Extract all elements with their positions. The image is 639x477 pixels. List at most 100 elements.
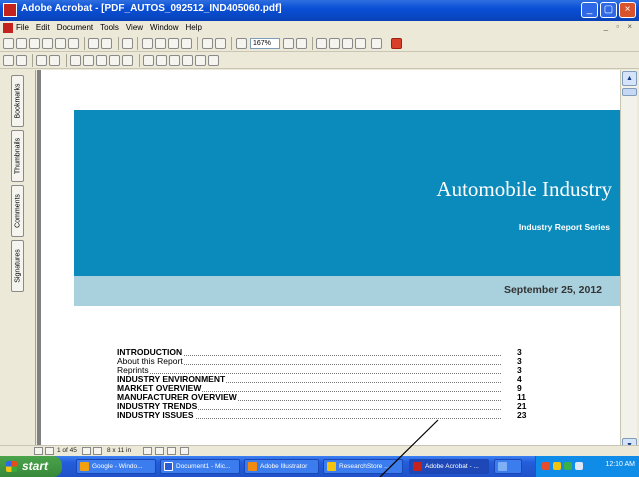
search-icon[interactable] (88, 38, 99, 49)
document-icon[interactable] (3, 23, 13, 33)
toolbar-separator (32, 54, 33, 67)
find-icon[interactable] (101, 38, 112, 49)
previous-page-button[interactable] (45, 447, 54, 455)
fit-page-icon[interactable] (329, 38, 340, 49)
scroll-up-button[interactable]: ▲ (622, 71, 637, 86)
stamp-tool-icon[interactable] (109, 55, 120, 66)
tray-icon[interactable] (553, 462, 561, 470)
last-page-button[interactable] (93, 447, 102, 455)
crop-tool-icon[interactable] (169, 55, 180, 66)
tab-signatures[interactable]: Signatures (11, 240, 24, 292)
acrobat-app-icon[interactable] (3, 3, 17, 17)
hand-tool-icon[interactable] (3, 55, 14, 66)
report-date: September 25, 2012 (503, 284, 602, 296)
next-page-button[interactable] (82, 447, 91, 455)
zoom-dropdown-icon[interactable] (283, 38, 294, 49)
pencil-tool-icon[interactable] (83, 55, 94, 66)
rotate-icon[interactable] (371, 38, 382, 49)
menu-help[interactable]: Help (186, 23, 202, 32)
first-page-icon[interactable] (122, 38, 133, 49)
tray-icon[interactable] (564, 462, 572, 470)
previous-view-icon[interactable] (202, 38, 213, 49)
toc-label: INDUSTRY ISSUES (117, 410, 195, 420)
tools-toolbar (0, 52, 639, 69)
page-size-label: 8 x 11 in (107, 447, 132, 454)
last-page-icon[interactable] (181, 38, 192, 49)
link-tool-icon[interactable] (156, 55, 167, 66)
toolbar-separator (139, 54, 140, 67)
tab-comments-label: Comments (14, 194, 21, 228)
note-tool-icon[interactable] (70, 55, 81, 66)
date-band: September 25, 2012 (74, 276, 620, 306)
print-icon[interactable] (42, 38, 53, 49)
save-icon[interactable] (29, 38, 40, 49)
close-button[interactable]: × (619, 2, 636, 18)
first-page-button[interactable] (34, 447, 43, 455)
back-icon[interactable] (155, 38, 166, 49)
continuous-facing-icon[interactable] (180, 447, 189, 455)
article-tool-icon[interactable] (182, 55, 193, 66)
maximize-button[interactable]: ▢ (600, 2, 617, 18)
taskbar-item-acrobat[interactable]: Adobe Acrobat - ... (409, 459, 489, 474)
taskbar-item-label: Google - Windo... (92, 463, 143, 470)
windows-logo-icon (6, 461, 17, 472)
taskbar-item-researchstore[interactable]: ResearchStore ... (323, 459, 403, 474)
document-view[interactable]: Automobile Industry Industry Report Seri… (37, 70, 620, 455)
taskbar-item-illustrator[interactable]: Adobe Illustrator (244, 459, 319, 474)
adobe-logo-icon[interactable] (391, 38, 402, 49)
scroll-thumb[interactable] (622, 88, 637, 96)
facing-layout-icon[interactable] (167, 447, 176, 455)
tab-signatures-label: Signatures (14, 249, 21, 283)
continuous-layout-icon[interactable] (155, 447, 164, 455)
minimize-button[interactable]: _ (581, 2, 598, 18)
toc-row[interactable]: About this Report 3 (117, 357, 522, 366)
touchup-text-icon[interactable] (208, 55, 219, 66)
network-icon[interactable] (575, 462, 583, 470)
menu-file[interactable]: File (16, 23, 29, 32)
menu-edit[interactable]: Edit (36, 23, 50, 32)
organize-icon[interactable] (68, 38, 79, 49)
vertical-scrollbar[interactable]: ▲ ▼ (620, 70, 637, 455)
highlight-tool-icon[interactable] (96, 55, 107, 66)
window-title: Adobe Acrobat - [PDF_AUTOS_092512_IND405… (21, 3, 282, 14)
create-pdf-icon[interactable] (16, 38, 27, 49)
tray-icon[interactable] (542, 462, 550, 470)
fit-width-icon[interactable] (342, 38, 353, 49)
email-icon[interactable] (55, 38, 66, 49)
sign-tool-icon[interactable] (122, 55, 133, 66)
taskbar-quick-icons[interactable] (494, 459, 522, 474)
toc-row[interactable]: INDUSTRY ISSUES 23 (117, 410, 526, 420)
start-button[interactable]: start (0, 456, 62, 477)
toolbar-separator (84, 37, 85, 50)
snapshot-tool-icon[interactable] (49, 55, 60, 66)
word-icon (164, 462, 173, 471)
form-tool-icon[interactable] (143, 55, 154, 66)
zoom-out-icon[interactable] (236, 38, 247, 49)
fit-visible-icon[interactable] (355, 38, 366, 49)
taskbar-item-word[interactable]: Document1 - Mic... (160, 459, 240, 474)
clock: 12:10 AM (605, 461, 635, 468)
zoom-in-icon[interactable] (296, 38, 307, 49)
tab-thumbnails[interactable]: Thumbnails (11, 130, 24, 182)
open-icon[interactable] (3, 38, 14, 49)
toolbar-separator (137, 37, 138, 50)
next-page-icon[interactable] (168, 38, 179, 49)
tab-bookmarks[interactable]: Bookmarks (11, 75, 24, 127)
menu-document[interactable]: Document (57, 23, 93, 32)
page-indicator[interactable]: 1 of 45 (57, 447, 77, 454)
menu-tools[interactable]: Tools (100, 23, 119, 32)
title-bar[interactable]: Adobe Acrobat - [PDF_AUTOS_092512_IND405… (0, 0, 639, 21)
taskbar-item-google[interactable]: Google - Windo... (76, 459, 156, 474)
text-select-tool-icon[interactable] (36, 55, 47, 66)
zoom-level-field[interactable]: 167% (250, 38, 280, 49)
zoom-tool-icon[interactable] (16, 55, 27, 66)
menu-window[interactable]: Window (150, 23, 178, 32)
touchup-object-icon[interactable] (195, 55, 206, 66)
previous-page-icon[interactable] (142, 38, 153, 49)
tab-comments[interactable]: Comments (11, 185, 24, 237)
document-window-controls[interactable]: _ ▫ × (604, 22, 635, 31)
actual-size-icon[interactable] (316, 38, 327, 49)
next-view-icon[interactable] (215, 38, 226, 49)
menu-view[interactable]: View (126, 23, 143, 32)
single-page-layout-icon[interactable] (143, 447, 152, 455)
